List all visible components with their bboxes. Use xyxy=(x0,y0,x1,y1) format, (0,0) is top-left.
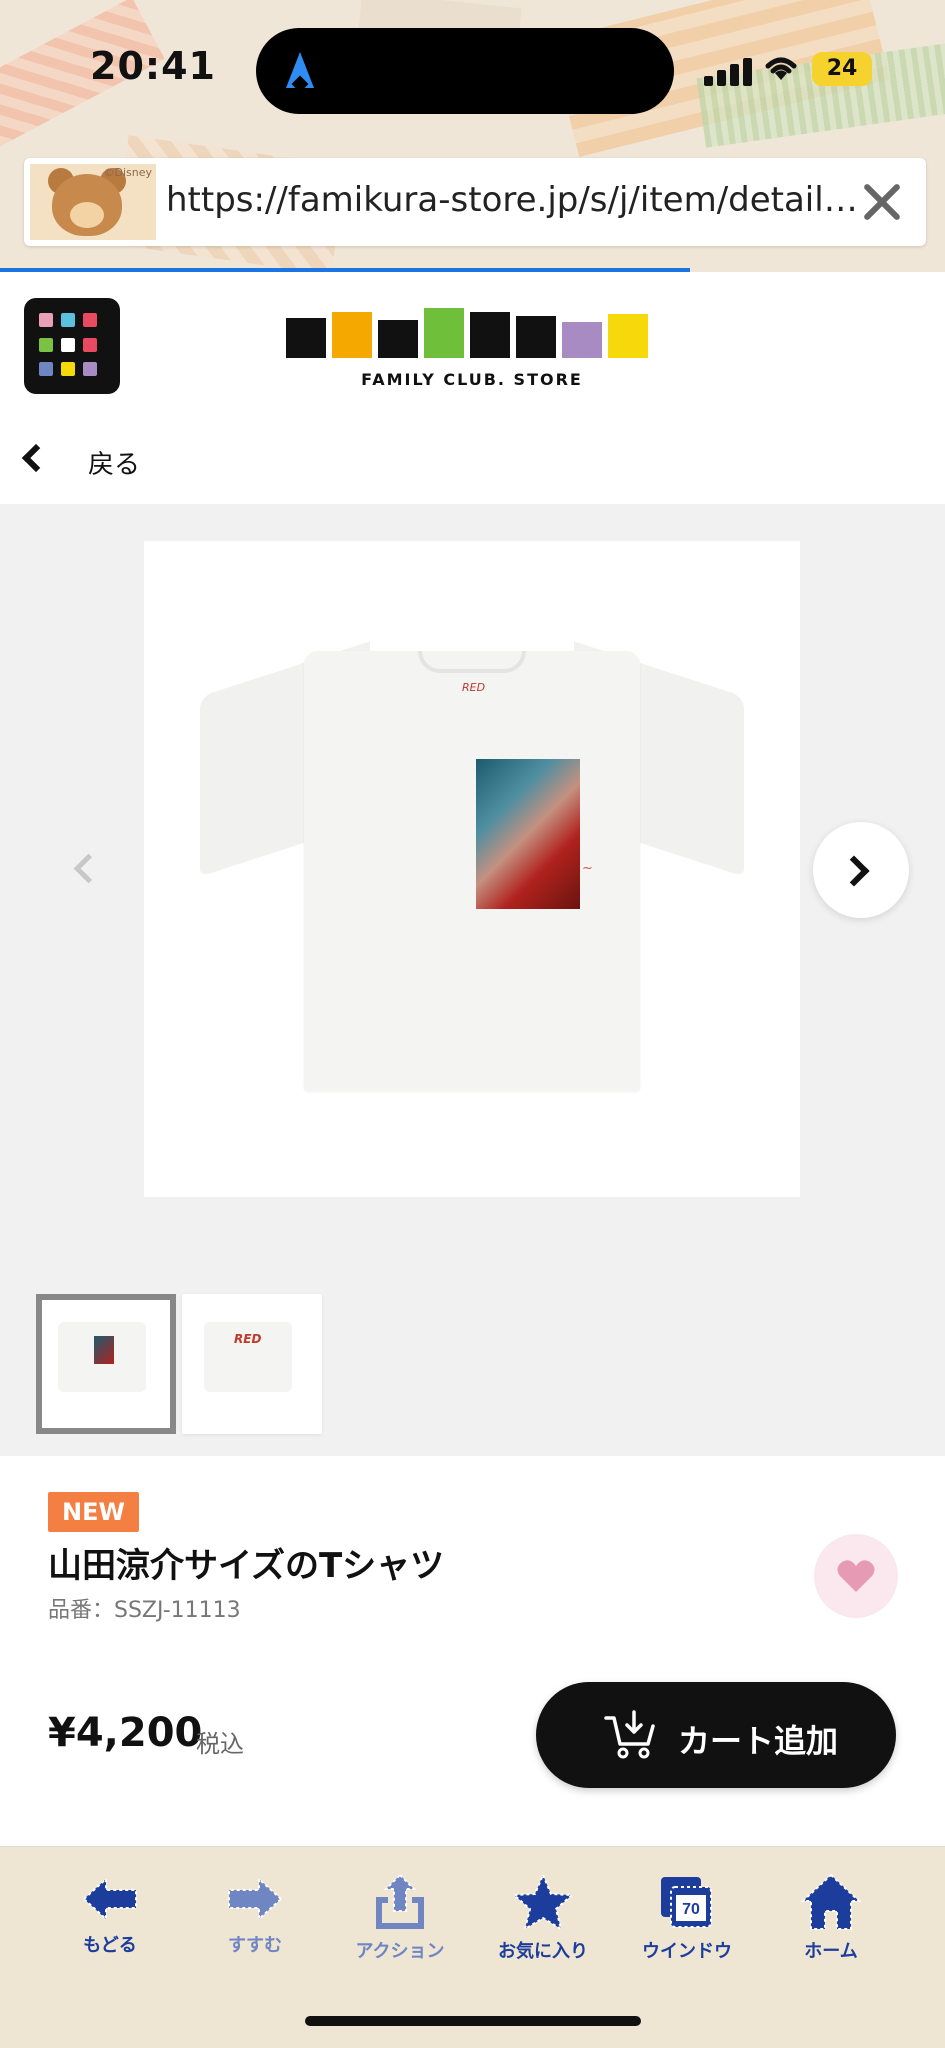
favorite-button[interactable] xyxy=(814,1534,898,1618)
url-bar[interactable]: ©Disney https://famikura-store.jp/s/j/it… xyxy=(24,158,926,246)
toolbar-label: ウインドウ xyxy=(642,1941,732,1962)
back-label: 戻る xyxy=(88,450,141,480)
cart-icon xyxy=(604,1710,655,1759)
windows-icon: 70 xyxy=(661,1877,712,1928)
next-image-button[interactable] xyxy=(813,822,909,918)
forward-arrow-icon xyxy=(228,1876,283,1922)
product-code: 品番：SSZJ-11113 xyxy=(48,1598,241,1623)
home-indicator[interactable] xyxy=(305,2016,641,2026)
menu-grid-icon[interactable] xyxy=(24,298,120,394)
logo-subtitle: FAMILY CLUB. STORE xyxy=(361,370,583,389)
tax-label: 税込 xyxy=(196,1730,244,1758)
logo-mark xyxy=(286,306,658,358)
toolbar-back-button[interactable]: もどる xyxy=(45,1873,175,1973)
toolbar-forward-button[interactable]: すすむ xyxy=(190,1873,320,1973)
share-icon xyxy=(376,1873,424,1929)
star-icon xyxy=(512,1873,574,1931)
add-to-cart-button[interactable]: カート追加 xyxy=(536,1682,896,1788)
copyright-mark: ©Disney xyxy=(103,166,152,179)
toolbar-home-button[interactable]: ホーム xyxy=(766,1873,896,1973)
chevron-left-icon[interactable] xyxy=(68,854,100,886)
add-to-cart-label: カート追加 xyxy=(678,1722,839,1760)
url-text[interactable]: https://famikura-store.jp/s/j/item/detai… xyxy=(166,180,866,220)
product-title: 山田涼介サイズのTシャツ xyxy=(48,1546,445,1586)
thumbnail-front[interactable] xyxy=(36,1294,176,1434)
tshirt-image: RED ~ xyxy=(200,641,744,1091)
navigation-arrow-icon xyxy=(286,52,314,88)
browser-theme-header: 20:41 24 ©Disney https://famikura-store.… xyxy=(0,0,945,272)
product-price: ¥4,200 xyxy=(48,1710,203,1756)
toolbar-label: もどる xyxy=(83,1935,137,1956)
toolbar-label: ホーム xyxy=(804,1941,858,1962)
toolbar-favorites-button[interactable]: お気に入り xyxy=(478,1873,608,1973)
product-main-image[interactable]: RED ~ xyxy=(144,541,800,1197)
back-link[interactable]: 戻る xyxy=(0,418,945,504)
toolbar-label: すすむ xyxy=(228,1935,282,1956)
store-logo[interactable]: FAMILY CLUB. STORE xyxy=(286,306,658,389)
new-badge: NEW xyxy=(48,1492,139,1532)
wifi-icon xyxy=(765,57,797,80)
product-gallery: RED ~ RED xyxy=(0,504,945,1456)
tee-print-photo xyxy=(476,759,580,909)
home-icon xyxy=(801,1873,861,1930)
toolbar-label: アクション xyxy=(355,1941,445,1962)
window-count: 70 xyxy=(682,1901,700,1918)
status-time: 20:41 xyxy=(90,44,216,88)
thumb-back-print: RED xyxy=(234,1332,262,1346)
heart-icon xyxy=(837,1560,875,1592)
tee-neck-tag: RED xyxy=(462,681,486,694)
dynamic-island xyxy=(256,28,674,114)
toolbar-windows-button[interactable]: 70 ウインドウ xyxy=(622,1873,752,1973)
theme-thumbnail: ©Disney xyxy=(30,164,156,240)
thumbnail-back[interactable]: RED xyxy=(182,1294,322,1434)
toolbar-action-button[interactable]: アクション xyxy=(335,1873,465,1973)
back-arrow-icon xyxy=(82,1876,137,1922)
tee-print-signature: ~ xyxy=(582,861,593,876)
close-icon[interactable] xyxy=(858,178,906,226)
site-header: FAMILY CLUB. STORE xyxy=(0,272,945,418)
cellular-signal-icon xyxy=(704,56,754,86)
battery-indicator: 24 xyxy=(812,52,872,86)
product-info: NEW 山田涼介サイズのTシャツ 品番：SSZJ-11113 ¥4,200 税込… xyxy=(0,1456,945,1846)
chevron-left-icon xyxy=(21,443,51,473)
toolbar-label: お気に入り xyxy=(498,1941,588,1962)
